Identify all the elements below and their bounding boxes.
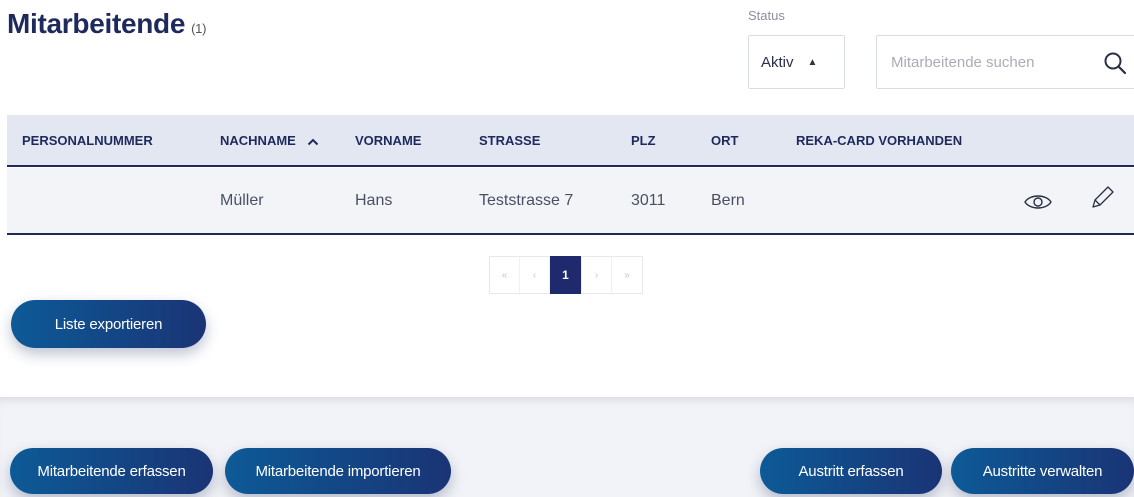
cell-plz: 3011 xyxy=(631,192,666,209)
table-row[interactable]: Müller Hans Teststrasse 7 3011 Bern xyxy=(7,168,1134,235)
status-select-value: Aktiv xyxy=(761,53,794,71)
pencil-icon[interactable] xyxy=(1088,184,1116,212)
employee-count: (1) xyxy=(191,21,207,36)
pagination-next[interactable]: › xyxy=(582,257,612,293)
eye-icon[interactable] xyxy=(1023,192,1053,212)
chevron-up-icon xyxy=(308,138,319,145)
search-icon[interactable] xyxy=(1102,50,1128,76)
manage-exits-button[interactable]: Austritte verwalten xyxy=(951,448,1134,494)
search-input[interactable] xyxy=(891,53,1081,71)
page-title-text: Mitarbeitende xyxy=(7,8,186,39)
pagination: « ‹ 1 › » xyxy=(489,256,643,294)
column-header-strasse[interactable]: STRASSE xyxy=(479,133,540,148)
create-exit-button[interactable]: Austritt erfassen xyxy=(760,448,942,494)
column-header-plz[interactable]: PLZ xyxy=(631,133,656,148)
column-header-vorname[interactable]: VORNAME xyxy=(355,133,421,148)
table-header: PERSONALNUMMER NACHNAME VORNAME STRASSE … xyxy=(7,115,1134,167)
column-header-nachname[interactable]: NACHNAME xyxy=(220,133,319,148)
pagination-last[interactable]: » xyxy=(612,257,642,293)
cell-nachname: Müller xyxy=(220,192,264,209)
page-title: Mitarbeitende (1) xyxy=(7,8,206,40)
select-arrows-icon: ▲ xyxy=(807,56,818,68)
import-employees-button[interactable]: Mitarbeitende importieren xyxy=(225,448,451,494)
column-header-nachname-label: NACHNAME xyxy=(220,133,296,148)
cell-ort: Bern xyxy=(711,192,745,209)
status-label: Status xyxy=(748,8,785,23)
status-select[interactable]: Aktiv ▲ xyxy=(748,35,845,89)
employee-table: PERSONALNUMMER NACHNAME VORNAME STRASSE … xyxy=(7,115,1134,235)
cell-vorname: Hans xyxy=(355,192,393,209)
cell-strasse: Teststrasse 7 xyxy=(479,192,574,209)
search-box xyxy=(876,35,1134,89)
pagination-prev[interactable]: ‹ xyxy=(520,257,550,293)
export-list-button[interactable]: Liste exportieren xyxy=(11,300,206,348)
create-employee-button[interactable]: Mitarbeitende erfassen xyxy=(10,448,213,494)
column-header-personalnummer[interactable]: PERSONALNUMMER xyxy=(22,133,153,148)
column-header-ort[interactable]: ORT xyxy=(711,133,738,148)
column-header-reka-card[interactable]: REKA-CARD VORHANDEN xyxy=(796,133,962,148)
pagination-current[interactable]: 1 xyxy=(550,256,582,294)
pagination-first[interactable]: « xyxy=(490,257,520,293)
